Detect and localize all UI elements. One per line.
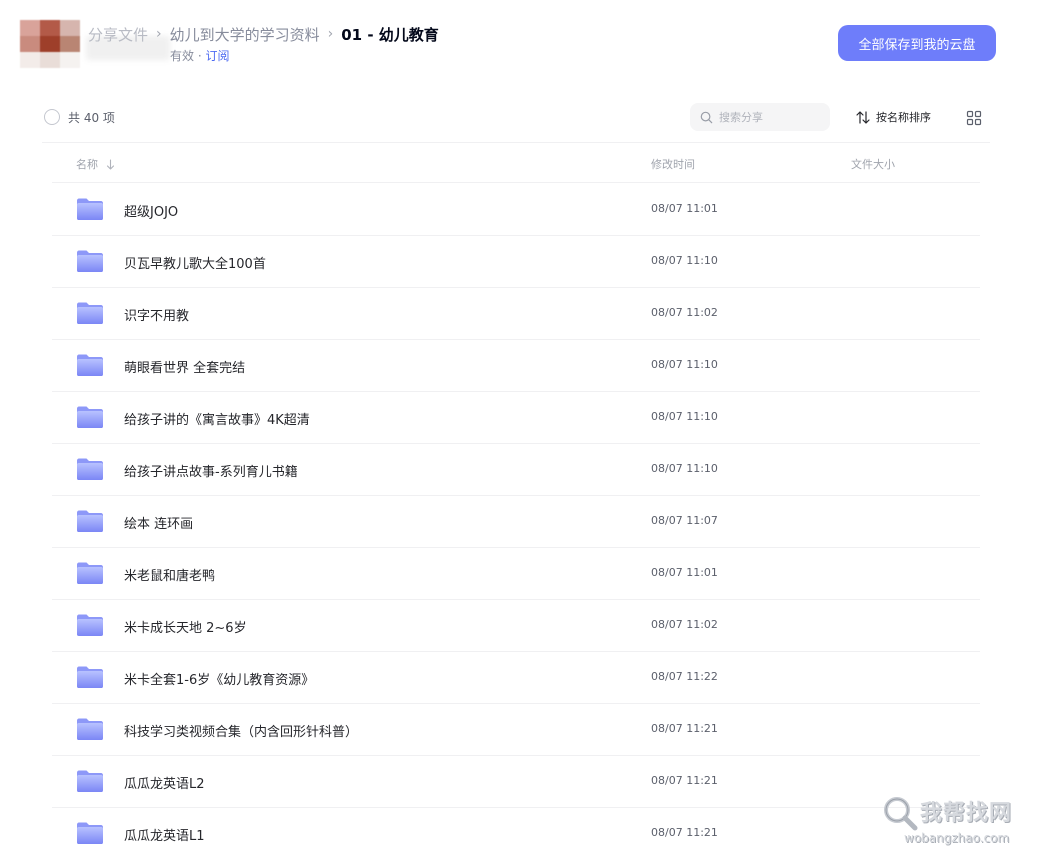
file-modified-time: 08/07 11:02 xyxy=(651,618,718,631)
site-watermark: 我帮找网 wobangzhao.com xyxy=(880,789,1040,853)
breadcrumb-separator: › xyxy=(327,26,334,42)
column-header-name-label: 名称 xyxy=(76,158,98,171)
file-row[interactable]: 给孩子讲的《寓言故事》4K超清 08/07 11:10 xyxy=(52,392,980,444)
column-header-name[interactable]: 名称 xyxy=(76,156,115,172)
header-divider xyxy=(52,182,980,183)
file-modified-time: 08/07 11:10 xyxy=(651,410,718,423)
file-name: 给孩子讲点故事-系列育儿书籍 xyxy=(124,465,298,480)
search-box[interactable] xyxy=(690,103,830,131)
folder-icon xyxy=(77,614,103,636)
breadcrumb-current: 01 - 幼儿教育 xyxy=(341,25,439,44)
watermark-title: 我帮找网 xyxy=(920,801,1013,826)
magnifier-logo-icon xyxy=(884,797,918,831)
column-header-modified[interactable]: 修改时间 xyxy=(651,156,695,172)
share-validity: 有效 · 订阅 xyxy=(170,47,229,64)
file-modified-time: 08/07 11:07 xyxy=(651,514,718,527)
sharer-avatar xyxy=(20,20,80,68)
breadcrumb-parent[interactable]: 幼儿到大学的学习资料 xyxy=(170,24,320,45)
folder-icon xyxy=(77,718,103,740)
file-name: 米卡成长天地 2~6岁 xyxy=(124,621,247,636)
folder-icon xyxy=(77,510,103,532)
sort-label: 按名称排序 xyxy=(876,111,931,124)
breadcrumb-root[interactable]: 分享文件 xyxy=(88,24,148,45)
file-name: 米卡全套1-6岁《幼儿教育资源》 xyxy=(124,673,315,688)
folder-icon xyxy=(77,822,103,844)
select-all-checkbox[interactable] xyxy=(44,109,60,125)
file-list: 超级JOJO 08/07 11:01 贝瓦早教儿歌大全100首 08/07 11… xyxy=(52,184,980,857)
column-header-size[interactable]: 文件大小 xyxy=(851,156,895,172)
file-modified-time: 08/07 11:10 xyxy=(651,462,718,475)
sort-arrows-icon xyxy=(856,110,870,124)
file-name: 超级JOJO xyxy=(124,205,179,220)
subscribe-link[interactable]: 订阅 xyxy=(205,49,229,63)
file-modified-time: 08/07 11:10 xyxy=(651,358,718,371)
file-name: 绘本 连环画 xyxy=(124,517,194,532)
search-input[interactable] xyxy=(719,110,819,124)
file-row[interactable]: 萌眼看世界 全套完结 08/07 11:10 xyxy=(52,340,980,392)
file-row[interactable]: 瓜瓜龙英语L1 08/07 11:21 xyxy=(52,808,980,857)
file-name: 贝瓦早教儿歌大全100首 xyxy=(124,257,266,272)
file-modified-time: 08/07 11:01 xyxy=(651,202,718,215)
arrow-down-icon xyxy=(106,158,115,170)
file-row[interactable]: 超级JOJO 08/07 11:01 xyxy=(52,184,980,236)
breadcrumb-separator: › xyxy=(156,26,162,42)
folder-icon xyxy=(77,562,103,584)
file-modified-time: 08/07 11:02 xyxy=(651,306,718,319)
file-row[interactable]: 米卡全套1-6岁《幼儿教育资源》 08/07 11:22 xyxy=(52,652,980,704)
file-row[interactable]: 米卡成长天地 2~6岁 08/07 11:02 xyxy=(52,600,980,652)
file-row[interactable]: 识字不用教 08/07 11:02 xyxy=(52,288,980,340)
folder-icon xyxy=(77,198,103,220)
toolbar-divider xyxy=(42,142,990,143)
folder-icon xyxy=(77,770,103,792)
file-row[interactable]: 绘本 连环画 08/07 11:07 xyxy=(52,496,980,548)
folder-icon xyxy=(77,458,103,480)
file-row[interactable]: 科技学习类视频合集（内含回形针科普） 08/07 11:21 xyxy=(52,704,980,756)
folder-icon xyxy=(77,406,103,428)
file-name: 给孩子讲的《寓言故事》4K超清 xyxy=(124,413,310,428)
file-row[interactable]: 给孩子讲点故事-系列育儿书籍 08/07 11:10 xyxy=(52,444,980,496)
search-icon xyxy=(700,111,713,123)
item-count: 共 40 项 xyxy=(68,111,115,125)
file-row[interactable]: 贝瓦早教儿歌大全100首 08/07 11:10 xyxy=(52,236,980,288)
sort-button[interactable]: 按名称排序 xyxy=(856,109,931,125)
save-all-to-cloud-button[interactable]: 全部保存到我的云盘 xyxy=(838,25,996,61)
file-name: 萌眼看世界 全套完结 xyxy=(124,361,246,376)
file-modified-time: 08/07 11:10 xyxy=(651,254,718,267)
file-name: 米老鼠和唐老鸭 xyxy=(124,569,216,584)
file-name: 科技学习类视频合集（内含回形针科普） xyxy=(124,725,359,740)
file-row[interactable]: 米老鼠和唐老鸭 08/07 11:01 xyxy=(52,548,980,600)
file-modified-time: 08/07 11:21 xyxy=(651,722,718,735)
file-row[interactable]: 瓜瓜龙英语L2 08/07 11:21 xyxy=(52,756,980,808)
watermark-domain: wobangzhao.com xyxy=(904,831,1010,845)
folder-icon xyxy=(77,302,103,324)
folder-icon xyxy=(77,250,103,272)
share-validity-text: 有效 · xyxy=(170,49,202,63)
file-modified-time: 08/07 11:21 xyxy=(651,774,718,787)
folder-icon xyxy=(77,354,103,376)
file-modified-time: 08/07 11:22 xyxy=(651,670,718,683)
file-name: 瓜瓜龙英语L2 xyxy=(124,777,205,792)
breadcrumb: 分享文件 › 幼儿到大学的学习资料 › 01 - 幼儿教育 xyxy=(88,20,439,48)
file-name: 瓜瓜龙英语L1 xyxy=(124,829,205,844)
folder-icon xyxy=(77,666,103,688)
file-modified-time: 08/07 11:21 xyxy=(651,826,718,839)
file-name: 识字不用教 xyxy=(124,309,190,324)
file-modified-time: 08/07 11:01 xyxy=(651,566,718,579)
grid-view-icon[interactable] xyxy=(966,110,982,126)
